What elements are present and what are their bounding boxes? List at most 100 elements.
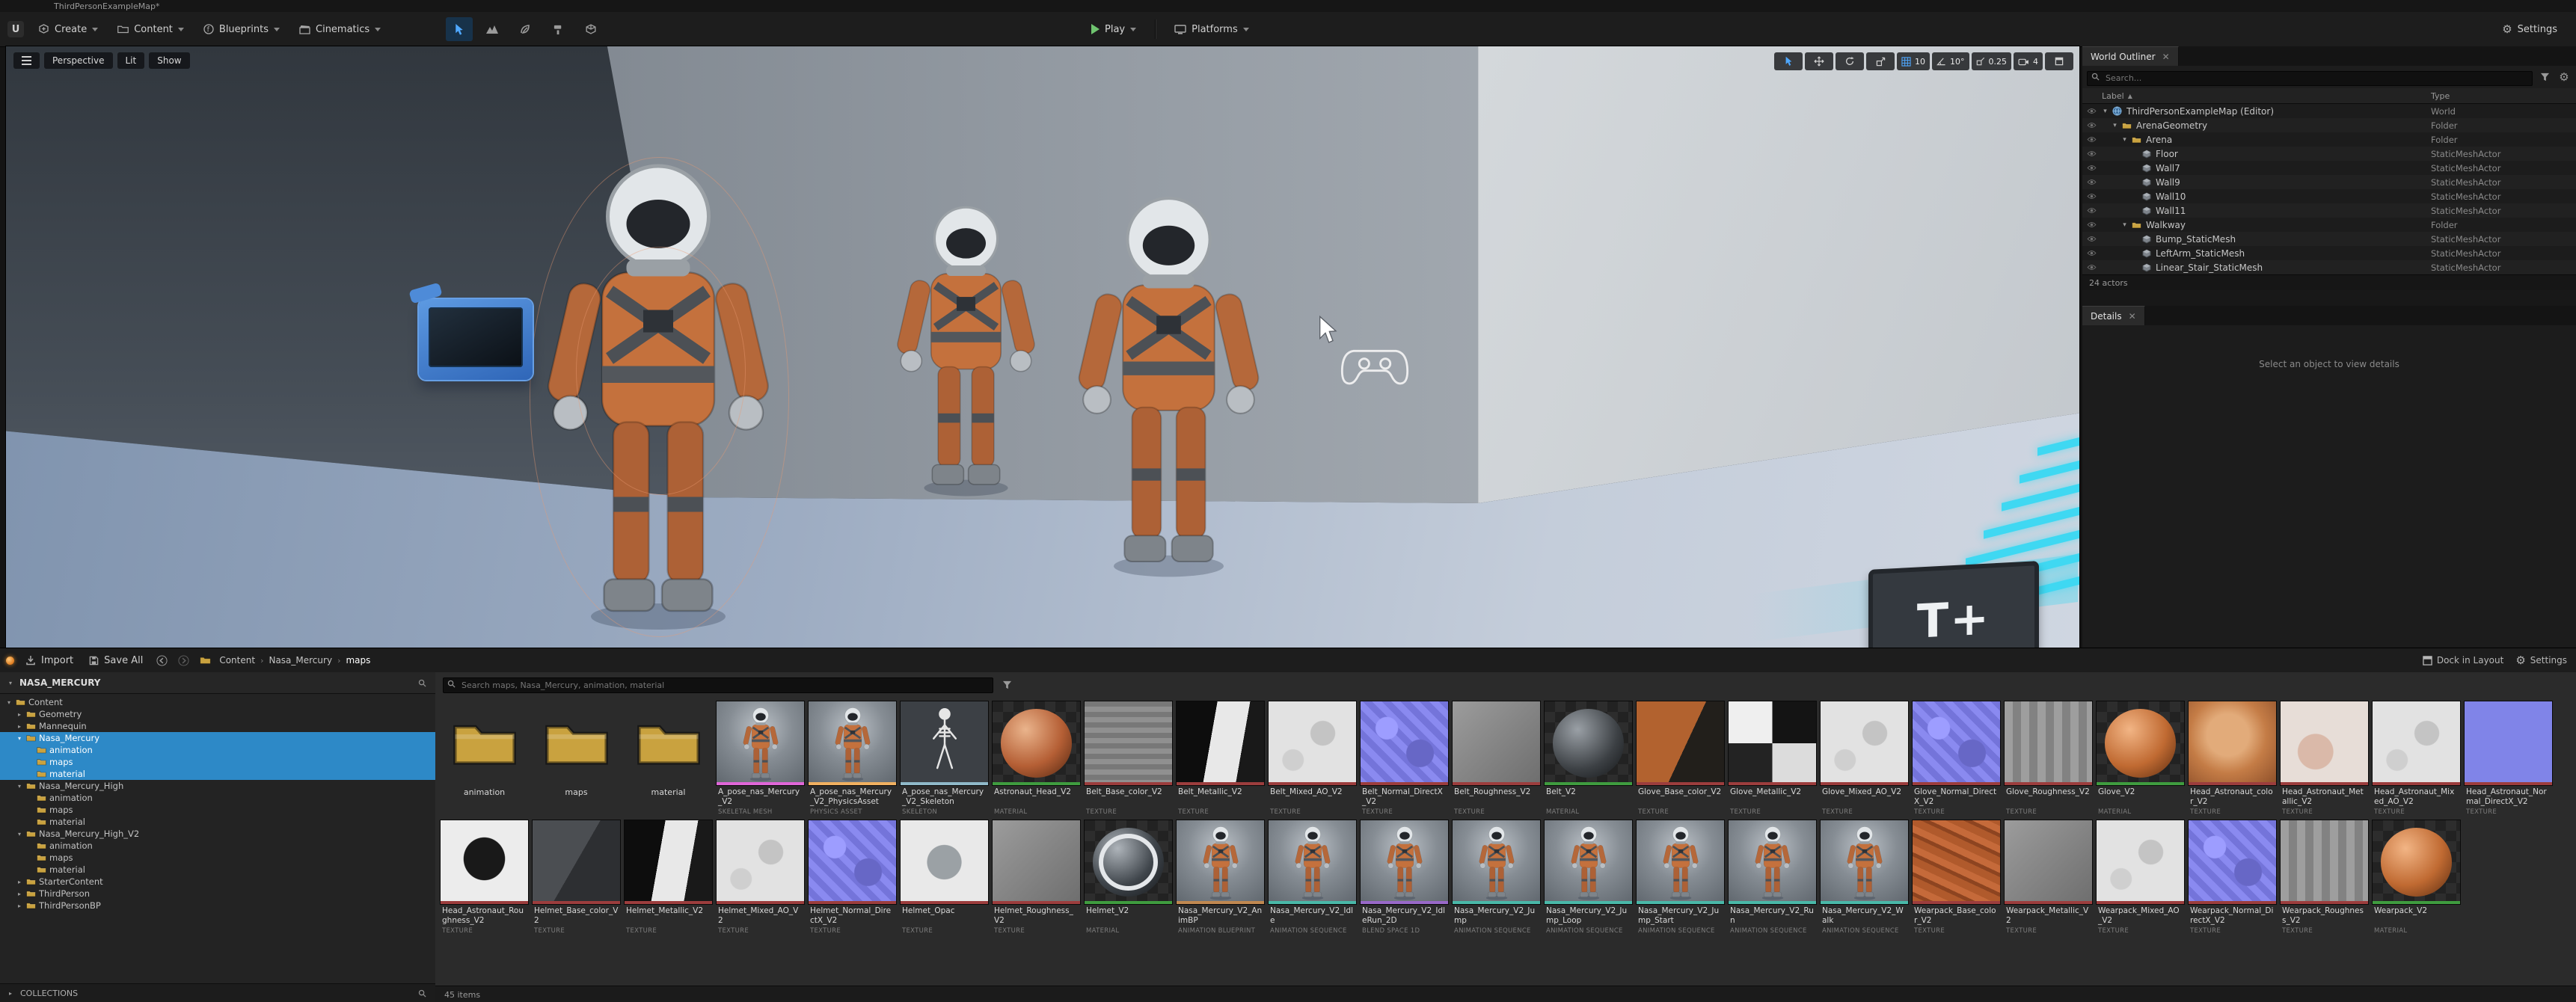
asset-tile[interactable]: A_pose_nas_Mercury_V2 SKELETAL MESH	[716, 701, 805, 816]
close-icon[interactable]: ✕	[2162, 52, 2170, 62]
asset-tile[interactable]: Wearpack_Roughness_V2 TEXTURE	[2280, 820, 2369, 935]
rotate-tool-button[interactable]	[1836, 52, 1864, 70]
expander-icon[interactable]: ▸	[15, 891, 24, 897]
foliage-mode-button[interactable]	[512, 17, 539, 41]
asset-tile[interactable]: Nasa_Mercury_V2_Walk ANIMATION SEQUENCE	[1820, 820, 1909, 935]
select-mode-button[interactable]	[446, 17, 473, 41]
asset-tile[interactable]: Head_Astronaut_Metallic_V2 TEXTURE	[2280, 701, 2369, 816]
expander-icon[interactable]: ▾	[15, 735, 24, 742]
breadcrumb-nasa-mercury[interactable]: Nasa_Mercury	[269, 655, 332, 666]
expander-icon[interactable]: ▸	[15, 711, 24, 718]
visibility-eye-icon[interactable]	[2082, 250, 2100, 256]
forward-button[interactable]	[176, 653, 191, 668]
visibility-eye-icon[interactable]	[2082, 221, 2100, 228]
outliner-row[interactable]: Bump_StaticMesh StaticMeshActor	[2082, 232, 2576, 246]
dock-in-layout-button[interactable]: Dock in Layout	[2423, 655, 2503, 666]
mesh-paint-mode-button[interactable]	[577, 17, 604, 41]
asset-tile[interactable]: Head_Astronaut_color_V2 TEXTURE	[2188, 701, 2277, 816]
outliner-settings-icon[interactable]: ⚙	[2557, 70, 2572, 84]
brush-mode-button[interactable]	[545, 17, 571, 41]
folder-tile[interactable]: maps	[533, 701, 620, 816]
breadcrumb-content[interactable]: Content	[219, 655, 255, 666]
expander-icon[interactable]: ▸	[15, 879, 24, 885]
outliner-row[interactable]: ▾ Arena Folder	[2082, 132, 2576, 147]
monitor-prop[interactable]	[408, 282, 533, 380]
asset-search-input[interactable]	[443, 677, 993, 693]
asset-tile[interactable]: Belt_Base_color_V2 TEXTURE	[1084, 701, 1173, 816]
asset-filter-icon[interactable]	[999, 677, 1014, 692]
folder-tree-item[interactable]: material	[0, 768, 435, 780]
tplus-sign-mesh[interactable]: T+	[1868, 561, 2039, 648]
cinematics-button[interactable]: Cinematics	[291, 19, 389, 40]
play-button[interactable]: Play	[1083, 19, 1144, 40]
asset-tile[interactable]: Glove_Mixed_AO_V2 TEXTURE	[1820, 701, 1909, 816]
grid-snap-toggle[interactable]: 10	[1897, 52, 1930, 70]
asset-tile[interactable]: Helmet_Metallic_V2 TEXTURE	[624, 820, 713, 935]
content-button[interactable]: Content	[109, 19, 192, 40]
asset-tile[interactable]: Helmet_V2 MATERIAL	[1084, 820, 1173, 935]
asset-tile[interactable]: Glove_Base_color_V2 TEXTURE	[1636, 701, 1725, 816]
folder-tree-item[interactable]: maps	[0, 804, 435, 816]
folder-tree-item[interactable]: animation	[0, 744, 435, 756]
move-tool-button[interactable]	[1805, 52, 1833, 70]
visibility-eye-icon[interactable]	[2082, 207, 2100, 214]
folder-tree-item[interactable]: ▸ StarterContent	[0, 876, 435, 888]
import-button[interactable]: Import	[21, 652, 78, 669]
tab-world-outliner[interactable]: World Outliner ✕	[2082, 46, 2179, 66]
folder-tree-item[interactable]: animation	[0, 840, 435, 852]
folder-tree-item[interactable]: animation	[0, 792, 435, 804]
outliner-row[interactable]: Wall11 StaticMeshActor	[2082, 203, 2576, 218]
folder-tree-item[interactable]: material	[0, 864, 435, 876]
visibility-eye-icon[interactable]	[2082, 108, 2100, 114]
chevron-down-icon[interactable]: ▾	[6, 680, 15, 686]
visibility-eye-icon[interactable]	[2082, 264, 2100, 271]
source-control-status-icon[interactable]	[6, 656, 14, 665]
rotation-snap-toggle[interactable]: 10°	[1932, 52, 1969, 70]
folder-tree-item[interactable]: ▸ ThirdPerson	[0, 888, 435, 900]
landscape-mode-button[interactable]	[479, 17, 506, 41]
save-all-button[interactable]: Save All	[85, 652, 147, 669]
asset-tile[interactable]: Wearpack_Metallic_V2 TEXTURE	[2004, 820, 2093, 935]
expander-icon[interactable]: ▾	[15, 783, 24, 790]
folder-tree-item[interactable]: ▾ Nasa_Mercury	[0, 732, 435, 744]
tab-details[interactable]: Details ✕	[2082, 306, 2145, 325]
outliner-row[interactable]: ▾ ArenaGeometry Folder	[2082, 118, 2576, 132]
asset-tile[interactable]: Glove_V2 MATERIAL	[2096, 701, 2185, 816]
scale-tool-button[interactable]	[1866, 52, 1895, 70]
folder-tree-item[interactable]: maps	[0, 852, 435, 864]
outliner-column-headers[interactable]: Label ▲ Type	[2082, 88, 2576, 104]
platforms-button[interactable]: Platforms	[1166, 19, 1257, 40]
choose-path-folder-icon[interactable]	[197, 653, 212, 668]
expander-icon[interactable]: ▾	[2120, 221, 2129, 229]
folder-tree-item[interactable]: ▾ Nasa_Mercury_High	[0, 780, 435, 792]
astronaut-character-medium[interactable]	[1077, 181, 1260, 579]
asset-tile[interactable]: Nasa_Mercury_V2_Idle ANIMATION SEQUENCE	[1268, 820, 1357, 935]
expander-icon[interactable]: ▾	[2120, 136, 2129, 144]
asset-tile[interactable]: Head_Astronaut_Roughness_V2 TEXTURE	[440, 820, 529, 935]
outliner-row[interactable]: Wall10 StaticMeshActor	[2082, 189, 2576, 203]
outliner-row[interactable]: ▾ ThirdPersonExampleMap (Editor) World	[2082, 104, 2576, 118]
asset-tile[interactable]: Nasa_Mercury_V2_Jump ANIMATION SEQUENCE	[1452, 820, 1541, 935]
asset-tile[interactable]: Wearpack_Mixed_AO_V2 TEXTURE	[2096, 820, 2185, 935]
outliner-row[interactable]: Wall7 StaticMeshActor	[2082, 161, 2576, 175]
expander-icon[interactable]: ▸	[15, 723, 24, 730]
chevron-right-icon[interactable]: ▸	[6, 990, 15, 997]
asset-tile[interactable]: Nasa_Mercury_V2_AnimBP ANIMATION BLUEPRIN…	[1176, 820, 1265, 935]
blueprints-button[interactable]: f Blueprints	[195, 19, 288, 40]
scale-snap-toggle[interactable]: 0.25	[1971, 52, 2011, 70]
folder-tree-item[interactable]: ▸ Mannequin	[0, 720, 435, 732]
visibility-eye-icon[interactable]	[2082, 193, 2100, 200]
folder-tree-item[interactable]: ▾ Nasa_Mercury_High_V2	[0, 828, 435, 840]
viewport-options-button[interactable]	[13, 52, 40, 69]
expander-icon[interactable]: ▾	[4, 699, 13, 706]
create-button[interactable]: Create	[30, 19, 106, 40]
close-icon[interactable]: ✕	[2129, 311, 2136, 322]
show-dropdown[interactable]: Show	[149, 52, 190, 69]
folder-tile[interactable]: material	[625, 701, 712, 816]
asset-tile[interactable]: Nasa_Mercury_V2_IdleRun_2D BLEND SPACE 1D	[1360, 820, 1449, 935]
collections-bar[interactable]: ▸ COLLECTIONS	[0, 983, 435, 1002]
outliner-row[interactable]: LeftArm_StaticMesh StaticMeshActor	[2082, 246, 2576, 260]
folder-tree-item[interactable]: material	[0, 816, 435, 828]
asset-tile[interactable]: Helmet_Roughness_V2 TEXTURE	[992, 820, 1081, 935]
collections-search-icon[interactable]	[414, 986, 429, 1001]
